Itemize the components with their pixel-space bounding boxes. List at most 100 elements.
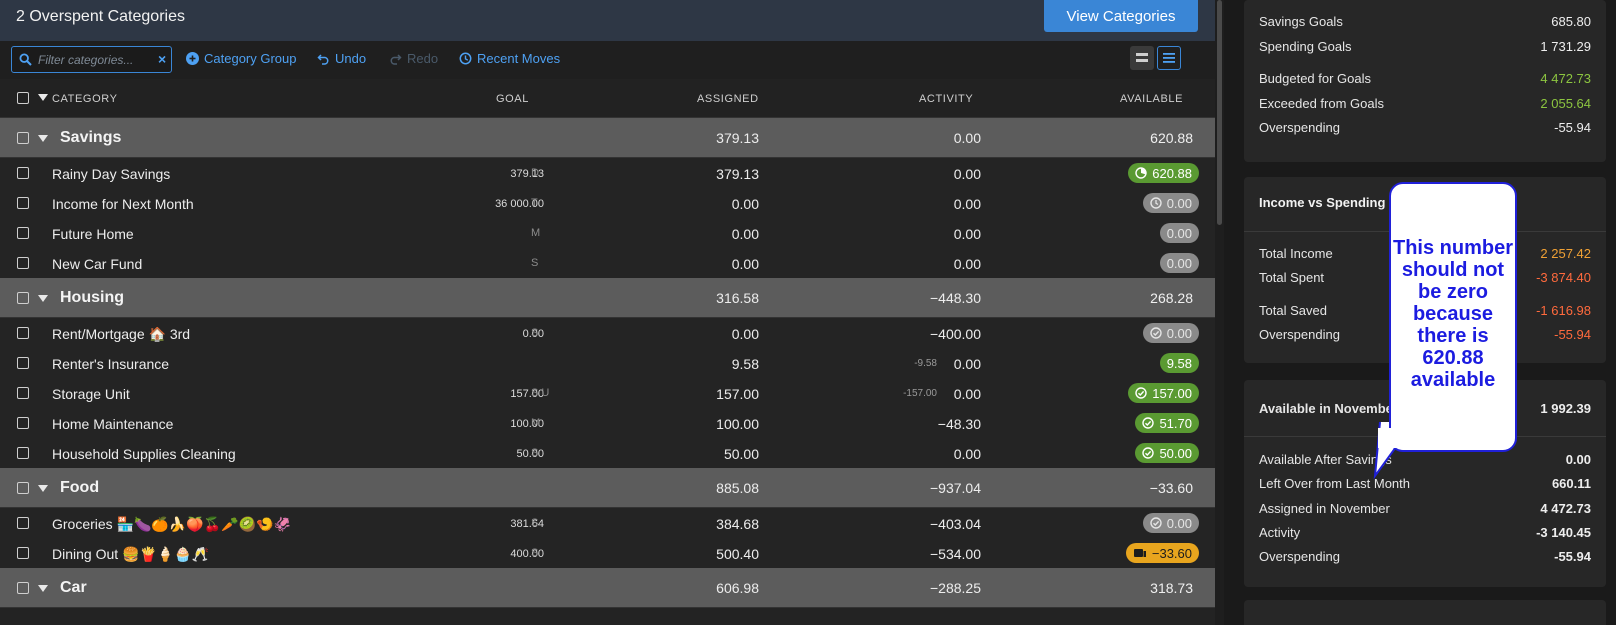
group-checkbox[interactable] [17, 132, 29, 144]
available-pill[interactable]: 620.88 [1128, 163, 1199, 183]
available-pill[interactable]: 51.70 [1135, 413, 1199, 433]
activity-amount[interactable]: 0.00 [954, 386, 981, 402]
collapse-group-icon[interactable] [38, 485, 48, 492]
category-group-row[interactable]: Savings 379.13 0.00 620.88 [0, 118, 1215, 158]
available-pill[interactable]: 0.00 [1142, 513, 1199, 533]
category-checkbox[interactable] [17, 417, 29, 429]
column-category[interactable]: CATEGORY [52, 93, 118, 105]
column-goal[interactable]: GOAL [496, 93, 529, 105]
category-row[interactable]: Renter's Insurance 9.58 -9.58 0.00 9.58 [0, 348, 1215, 379]
available-pill[interactable]: 0.00 [1159, 253, 1199, 273]
available-pill[interactable]: −33.60 [1125, 543, 1199, 563]
category-name[interactable]: Future Home [52, 226, 134, 242]
category-group-row[interactable]: Housing 316.58 −448.30 268.28 [0, 278, 1215, 318]
scrollbar-thumb[interactable] [1217, 0, 1222, 225]
assigned-amount[interactable]: 100.00 [716, 416, 759, 432]
category-row[interactable]: Rainy Day Savings 379.13 D 379.13 0.00 620.88 [0, 158, 1215, 189]
category-checkbox[interactable] [17, 327, 29, 339]
collapse-all-icon[interactable] [38, 94, 48, 101]
available-pill[interactable]: 9.58 [1159, 353, 1199, 373]
category-group-row[interactable]: Food 885.08 −937.04 −33.60 [0, 468, 1215, 508]
activity-amount[interactable]: 0.00 [954, 166, 981, 182]
group-name[interactable]: Housing [60, 289, 124, 307]
category-checkbox[interactable] [17, 547, 29, 559]
assigned-amount[interactable]: 9.58 [732, 356, 759, 372]
assigned-amount[interactable]: 500.40 [716, 546, 759, 562]
category-checkbox[interactable] [17, 387, 29, 399]
undo-button[interactable]: Undo [317, 51, 366, 66]
column-activity[interactable]: ACTIVITY [919, 93, 973, 105]
select-all-checkbox[interactable] [17, 92, 29, 104]
category-row[interactable]: Income for Next Month 36 000.00 T 0.00 0.00 0… [0, 188, 1215, 219]
assigned-amount[interactable]: 0.00 [732, 226, 759, 242]
group-name[interactable]: Food [60, 479, 99, 497]
view-categories-button[interactable]: View Categories [1044, 0, 1198, 32]
category-name[interactable]: New Car Fund [52, 256, 142, 272]
category-checkbox[interactable] [17, 167, 29, 179]
category-name[interactable]: Renter's Insurance [52, 356, 169, 372]
assigned-amount[interactable]: 0.00 [732, 256, 759, 272]
category-name[interactable]: Storage Unit [52, 386, 130, 402]
redo-button[interactable]: Redo [389, 51, 438, 66]
category-checkbox[interactable] [17, 517, 29, 529]
activity-amount[interactable]: 0.00 [954, 446, 981, 462]
category-name[interactable]: Income for Next Month [52, 196, 194, 212]
category-checkbox[interactable] [17, 357, 29, 369]
column-assigned[interactable]: ASSIGNED [697, 93, 759, 105]
activity-amount[interactable]: 0.00 [954, 356, 981, 372]
activity-amount[interactable]: 0.00 [954, 256, 981, 272]
collapse-group-icon[interactable] [38, 585, 48, 592]
group-checkbox[interactable] [17, 582, 29, 594]
category-row[interactable]: Groceries 🏪🍆🍊🍌🍑🍒🥕🥝🍤🦑 381.64 S 384.68 −403.04… [0, 508, 1215, 539]
category-name[interactable]: Household Supplies Cleaning [52, 446, 236, 462]
assigned-amount[interactable]: 384.68 [716, 516, 759, 532]
category-name[interactable]: Groceries 🏪🍆🍊🍌🍑🍒🥕🥝🍤🦑 [52, 516, 291, 533]
assigned-amount[interactable]: 157.00 [716, 386, 759, 402]
category-row[interactable]: Rent/Mortgage 🏠 3rd 0.00 S 0.00 −400.00 0.00 [0, 318, 1215, 349]
category-name[interactable]: Rainy Day Savings [52, 166, 170, 182]
activity-amount[interactable]: −48.30 [938, 416, 981, 432]
category-name[interactable]: Home Maintenance [52, 416, 173, 432]
goal-amount[interactable]: 400.00 [510, 548, 544, 560]
category-row[interactable]: Storage Unit 157.00 S U 157.00 -157.00 0.00 15… [0, 378, 1215, 409]
table-scrollbar[interactable] [1215, 0, 1224, 625]
group-checkbox[interactable] [17, 482, 29, 494]
group-name[interactable]: Savings [60, 129, 121, 147]
recent-moves-button[interactable]: Recent Moves [459, 51, 560, 66]
activity-amount[interactable]: 0.00 [954, 226, 981, 242]
category-row[interactable]: Dining Out 🍔🍟🍦🧁🥂 400.00 S 500.40 −534.00 −33.… [0, 538, 1215, 569]
category-group-row[interactable]: Car 606.98 −288.25 318.73 [0, 568, 1215, 608]
goal-amount[interactable]: 381.64 [510, 518, 544, 530]
category-row[interactable]: New Car Fund S 0.00 0.00 0.00 [0, 248, 1215, 279]
category-checkbox[interactable] [17, 227, 29, 239]
group-name[interactable]: Car [60, 579, 87, 597]
activity-amount[interactable]: −400.00 [930, 326, 981, 342]
add-category-group-button[interactable]: Category Group [186, 51, 297, 66]
filter-field[interactable]: × [11, 46, 172, 73]
category-checkbox[interactable] [17, 447, 29, 459]
available-pill[interactable]: 50.00 [1135, 443, 1199, 463]
compact-view-toggle[interactable] [1130, 46, 1154, 70]
collapse-group-icon[interactable] [38, 295, 48, 302]
category-checkbox[interactable] [17, 257, 29, 269]
category-row[interactable]: Household Supplies Cleaning 50.00 S 50.00 0.… [0, 438, 1215, 469]
assigned-amount[interactable]: 379.13 [716, 166, 759, 182]
category-row[interactable]: Future Home M 0.00 0.00 0.00 [0, 218, 1215, 249]
category-name[interactable]: Rent/Mortgage 🏠 3rd [52, 326, 190, 343]
activity-amount[interactable]: −534.00 [930, 546, 981, 562]
activity-amount[interactable]: 0.00 [954, 196, 981, 212]
available-pill[interactable]: 157.00 [1128, 383, 1199, 403]
category-row[interactable]: Home Maintenance 100.00 M 100.00 −48.30 51.70 [0, 408, 1215, 439]
column-available[interactable]: AVAILABLE [1120, 93, 1183, 105]
filter-input[interactable] [38, 51, 148, 69]
assigned-amount[interactable]: 0.00 [732, 326, 759, 342]
available-pill[interactable]: 0.00 [1159, 223, 1199, 243]
group-checkbox[interactable] [17, 292, 29, 304]
category-name[interactable]: Dining Out 🍔🍟🍦🧁🥂 [52, 546, 209, 563]
clear-filter-icon[interactable]: × [158, 51, 166, 67]
available-pill[interactable]: 0.00 [1142, 193, 1199, 213]
activity-amount[interactable]: −403.04 [930, 516, 981, 532]
list-view-toggle[interactable] [1157, 46, 1181, 70]
category-checkbox[interactable] [17, 197, 29, 209]
available-pill[interactable]: 0.00 [1142, 323, 1199, 343]
